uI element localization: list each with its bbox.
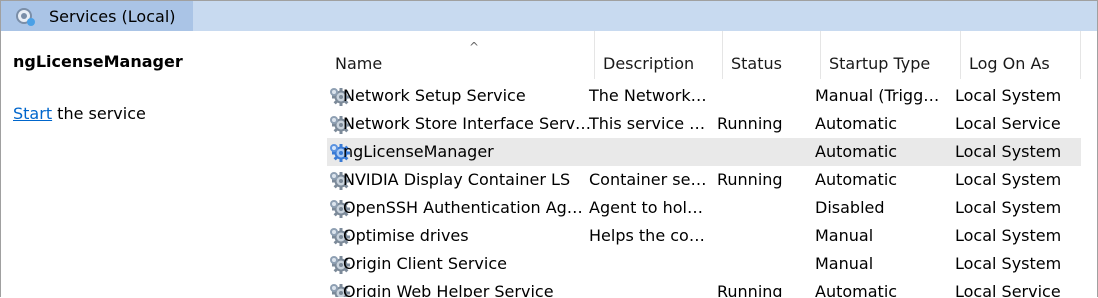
window-title: Services (Local)	[49, 7, 176, 26]
service-row[interactable]: Optimise drives Helps the co… Manual Local …	[327, 222, 1081, 250]
column-header-name-label: Name	[335, 54, 383, 73]
header-tab: Services (Local)	[1, 1, 193, 31]
selected-service-name: ngLicenseManager	[13, 52, 183, 71]
cell-status: Running	[717, 170, 783, 189]
cell-logon: Local Service	[955, 282, 1061, 297]
cell-description: Agent to hol…	[589, 198, 703, 217]
services-list[interactable]: Name ^ Description Status Startup Type L…	[313, 31, 1097, 297]
start-service-link[interactable]: Start	[13, 104, 52, 123]
column-header-description[interactable]: Description	[595, 31, 723, 79]
cell-startup: Manual	[815, 254, 874, 273]
cell-name: NVIDIA Display Container LS	[343, 170, 571, 189]
cell-name: Origin Web Helper Service	[343, 282, 554, 297]
services-window: Services (Local) ngLicenseManager Start …	[0, 0, 1098, 297]
service-row[interactable]: NVIDIA Display Container LS Container se……	[327, 166, 1081, 194]
cell-startup: Automatic	[815, 282, 898, 297]
service-row[interactable]: Origin Client Service Manual Local System	[327, 250, 1081, 278]
column-header-startup-type-label: Startup Type	[829, 54, 931, 73]
cell-logon: Local System	[955, 254, 1062, 273]
cell-startup: Manual	[815, 226, 874, 245]
column-header-startup-type[interactable]: Startup Type	[821, 31, 961, 79]
cell-status: Running	[717, 282, 783, 297]
services-icon	[15, 6, 37, 28]
cell-description: Helps the co…	[589, 226, 705, 245]
cell-description: This service …	[589, 114, 706, 133]
cell-name: Origin Client Service	[343, 254, 507, 273]
service-row[interactable]: Origin Web Helper Service Running Automati…	[327, 278, 1081, 297]
service-row[interactable]: Network Store Interface Serv… This servic…	[327, 110, 1081, 138]
cell-name: Optimise drives	[343, 226, 469, 245]
column-header-status[interactable]: Status	[723, 31, 821, 79]
column-header-log-on-as-label: Log On As	[969, 54, 1050, 73]
cell-name: ngLicenseManager	[343, 142, 494, 161]
cell-logon: Local System	[955, 86, 1062, 105]
start-service-suffix: the service	[52, 104, 146, 123]
column-header-status-label: Status	[731, 54, 782, 73]
cell-name: Network Store Interface Serv…	[343, 114, 592, 133]
cell-startup: Disabled	[815, 198, 885, 217]
cell-name: OpenSSH Authentication Ag…	[343, 198, 583, 217]
cell-startup: Automatic	[815, 170, 898, 189]
cell-logon: Local System	[955, 226, 1062, 245]
cell-status: Running	[717, 114, 783, 133]
cell-description: Container se…	[589, 170, 707, 189]
column-header-description-label: Description	[603, 54, 695, 73]
cell-logon: Local Service	[955, 114, 1061, 133]
cell-description: The Network…	[589, 86, 707, 105]
service-row[interactable]: ngLicenseManager Automatic Local System	[327, 138, 1081, 166]
service-row[interactable]: Network Setup Service The Network… Manual …	[327, 82, 1081, 110]
header-bar: Services (Local)	[1, 1, 1097, 31]
sort-ascending-icon: ^	[469, 40, 480, 54]
column-header-name[interactable]: Name ^	[327, 31, 595, 79]
cell-startup: Automatic	[815, 114, 898, 133]
cell-startup: Manual (Trigg…	[815, 86, 940, 105]
extended-description-pane: ngLicenseManager Start the service	[1, 31, 313, 297]
cell-startup: Automatic	[815, 142, 898, 161]
service-row[interactable]: OpenSSH Authentication Ag… Agent to hol… D…	[327, 194, 1081, 222]
cell-name: Network Setup Service	[343, 86, 526, 105]
column-header-log-on-as[interactable]: Log On As	[961, 31, 1081, 79]
start-service-line: Start the service	[13, 104, 146, 123]
cell-logon: Local System	[955, 170, 1062, 189]
cell-logon: Local System	[955, 142, 1062, 161]
cell-logon: Local System	[955, 198, 1062, 217]
